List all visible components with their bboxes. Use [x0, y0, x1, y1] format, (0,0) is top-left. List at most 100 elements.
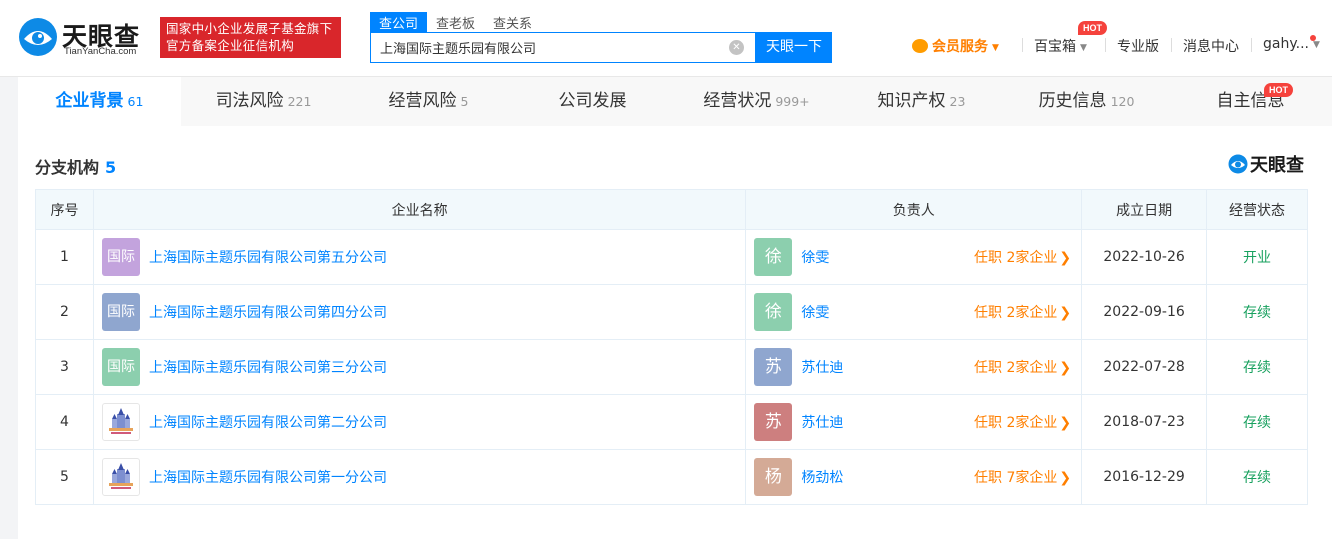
person-cell: 徐 徐雯 任职 2家企业 ❯ — [745, 284, 1083, 340]
company-logo[interactable]: 国际 — [101, 238, 140, 276]
vip-service-menu[interactable]: 会员服务 ▼ — [912, 36, 999, 56]
person-name-link[interactable]: 徐雯 — [801, 247, 829, 267]
person-name-link[interactable]: 苏仕迪 — [801, 412, 843, 432]
table-row: 1 国际 上海国际主题乐园有限公司第五分公司 徐 徐雯 任职 2家企业 ❯ 202… — [35, 229, 1308, 285]
toolbox-label: 百宝箱 — [1034, 39, 1076, 55]
search-button[interactable]: 天眼一下 — [756, 32, 832, 63]
search-tab-boss[interactable]: 查老板 — [427, 12, 484, 32]
company-name-link[interactable]: 上海国际主题乐园有限公司第四分公司 — [149, 302, 387, 322]
status-text: 存续 — [1206, 394, 1308, 450]
positions-link[interactable]: 任职 2家企业 ❯ — [974, 247, 1071, 267]
caret-down-icon: ▼ — [992, 43, 999, 53]
person-avatar[interactable]: 徐 — [754, 293, 793, 331]
divider — [1105, 38, 1106, 52]
crown-icon — [912, 39, 928, 53]
row-index: 2 — [35, 284, 94, 340]
chevron-right-icon: ❯ — [1059, 470, 1072, 486]
logo-eye-icon — [19, 18, 57, 56]
hot-badge: HOT — [1264, 83, 1293, 97]
person-name-link[interactable]: 苏仕迪 — [801, 357, 843, 377]
search-tab-relation[interactable]: 查关系 — [484, 12, 541, 32]
tab-judicial-risk[interactable]: 司法风险 221 — [181, 77, 346, 126]
person-avatar[interactable]: 苏 — [754, 348, 793, 386]
person-avatar[interactable]: 徐 — [754, 238, 793, 276]
person-cell: 杨 杨劲松 任职 7家企业 ❯ — [745, 449, 1083, 505]
chevron-right-icon: ❯ — [1059, 415, 1072, 431]
positions-link[interactable]: 任职 2家企业 ❯ — [974, 357, 1071, 377]
company-name-link[interactable]: 上海国际主题乐园有限公司第三分公司 — [149, 357, 387, 377]
vip-label: 会员服务 — [932, 39, 988, 55]
clear-icon[interactable]: ✕ — [729, 40, 744, 55]
category-tabs: 企业背景 61 司法风险 221 经营风险 5 公司发展 经营状况 999+ 知识产权 2… — [18, 77, 1332, 126]
established-date: 2018-07-23 — [1081, 394, 1208, 450]
positions-link[interactable]: 任职 2家企业 ❯ — [974, 412, 1071, 432]
tab-intellectual-property[interactable]: 知识产权 23 — [839, 77, 1004, 126]
banner-line-1: 国家中小企业发展子基金旗下 — [166, 21, 333, 36]
logo-subtext: TianYanCha.com — [64, 46, 137, 57]
tianyancha-watermark: 天眼查 — [1228, 153, 1312, 176]
castle-logo-icon[interactable] — [101, 458, 140, 496]
header-person: 负责人 — [745, 189, 1083, 230]
positions-link[interactable]: 任职 7家企业 ❯ — [974, 467, 1071, 487]
logo-eye-icon — [1228, 154, 1248, 174]
site-logo[interactable]: 天眼查 TianYanCha.com — [18, 17, 150, 59]
message-center-link[interactable]: 消息中心 — [1183, 36, 1239, 56]
row-index: 3 — [35, 339, 94, 395]
top-header: 天眼查 TianYanCha.com 国家中小企业发展子基金旗下 官方备案企业征… — [0, 0, 1332, 77]
tab-history[interactable]: 历史信息 120 — [1004, 77, 1169, 126]
tab-operating-risk[interactable]: 经营风险 5 — [346, 77, 511, 126]
company-name-link[interactable]: 上海国际主题乐园有限公司第二分公司 — [149, 412, 387, 432]
chevron-right-icon: ❯ — [1059, 305, 1072, 321]
person-cell: 苏 苏仕迪 任职 2家企业 ❯ — [745, 339, 1083, 395]
tab-self-info[interactable]: 自主信息 — [1169, 77, 1332, 126]
section-title: 分支机构 5 — [35, 158, 117, 177]
section-count: 5 — [105, 158, 117, 177]
header-company-name: 企业名称 — [92, 189, 747, 230]
header-status: 经营状态 — [1206, 189, 1308, 230]
tab-operating-status[interactable]: 经营状况 999+ — [674, 77, 839, 126]
divider — [1171, 38, 1172, 52]
positions-link[interactable]: 任职 2家企业 ❯ — [974, 302, 1071, 322]
table-row: 3 国际 上海国际主题乐园有限公司第三分公司 苏 苏仕迪 任职 2家企业 ❯ 20… — [35, 339, 1308, 395]
company-cell: 上海国际主题乐园有限公司第一分公司 — [92, 449, 747, 505]
row-index: 5 — [35, 449, 94, 505]
branch-panel: 分支机构 5 天眼查 序号 企业名称 负责人 成立日期 经营状态 1 国际 上海国… — [18, 126, 1332, 539]
tab-company-development[interactable]: 公司发展 — [511, 77, 674, 126]
chevron-right-icon: ❯ — [1059, 250, 1072, 266]
search-type-tabs: 查公司 查老板 查关系 — [370, 12, 541, 32]
table-row: 4 上海国际主题乐园有限公司第二分公司 苏 苏仕迪 任职 2家企业 ❯ 2018-… — [35, 394, 1308, 450]
established-date: 2022-10-26 — [1081, 229, 1208, 285]
person-cell: 徐 徐雯 任职 2家企业 ❯ — [745, 229, 1083, 285]
status-text: 存续 — [1206, 449, 1308, 505]
table-row: 2 国际 上海国际主题乐园有限公司第四分公司 徐 徐雯 任职 2家企业 ❯ 202… — [35, 284, 1308, 340]
table-header-row: 序号 企业名称 负责人 成立日期 经营状态 — [35, 189, 1308, 230]
company-logo[interactable]: 国际 — [101, 348, 140, 386]
company-name-link[interactable]: 上海国际主题乐园有限公司第一分公司 — [149, 467, 387, 487]
tab-enterprise-background[interactable]: 企业背景 61 — [18, 77, 181, 126]
branch-table: 序号 企业名称 负责人 成立日期 经营状态 1 国际 上海国际主题乐园有限公司第… — [35, 189, 1308, 505]
pro-version-link[interactable]: 专业版 — [1117, 36, 1159, 56]
row-index: 1 — [35, 229, 94, 285]
official-banner: 国家中小企业发展子基金旗下 官方备案企业征信机构 — [160, 17, 341, 58]
person-name-link[interactable]: 徐雯 — [801, 302, 829, 322]
banner-line-2: 官方备案企业征信机构 — [166, 38, 295, 53]
person-avatar[interactable]: 杨 — [754, 458, 793, 496]
toolbox-menu[interactable]: 百宝箱 ▼ — [1034, 36, 1087, 56]
person-name-link[interactable]: 杨劲松 — [801, 467, 843, 487]
company-cell: 国际 上海国际主题乐园有限公司第三分公司 — [92, 339, 747, 395]
search-input[interactable] — [371, 33, 711, 62]
divider — [1022, 38, 1023, 52]
header-index: 序号 — [35, 189, 94, 230]
established-date: 2022-07-28 — [1081, 339, 1208, 395]
castle-logo-icon[interactable] — [101, 403, 140, 441]
status-text: 存续 — [1206, 284, 1308, 340]
divider — [1251, 38, 1252, 52]
search-box: ✕ — [370, 32, 756, 63]
search-tab-company[interactable]: 查公司 — [370, 12, 428, 32]
company-name-link[interactable]: 上海国际主题乐园有限公司第五分公司 — [149, 247, 387, 267]
caret-down-icon: ▼ — [1080, 43, 1087, 53]
status-text: 存续 — [1206, 339, 1308, 395]
person-avatar[interactable]: 苏 — [754, 403, 793, 441]
company-logo[interactable]: 国际 — [101, 293, 140, 331]
caret-down-icon: ▼ — [1312, 40, 1320, 50]
